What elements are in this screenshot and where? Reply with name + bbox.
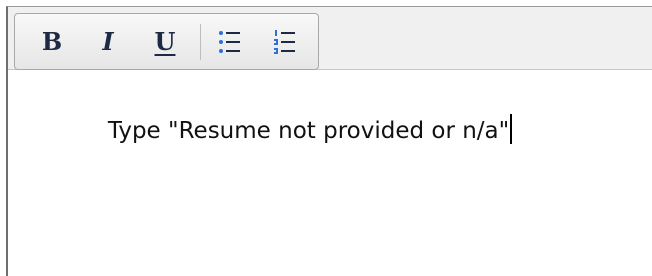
italic-button[interactable]: I [93,22,123,62]
numbered-list-button[interactable] [270,22,300,62]
underline-button[interactable]: U [150,22,180,62]
text-caret [510,114,513,144]
italic-label: I [102,27,114,56]
rich-text-editor: B I U Type "Resume not provided or n/a" [6,6,652,276]
bold-label: B [41,27,63,56]
bold-button[interactable]: B [37,22,67,62]
editor-content-area[interactable]: Type "Resume not provided or n/a" [8,70,652,276]
bulleted-list-button[interactable] [215,22,245,62]
editor-content-line: Type "Resume not provided or n/a" [64,88,513,170]
editor-text: Type "Resume not provided or n/a" [107,118,510,144]
underline-label: U [154,27,176,56]
formatting-toolbar: B I U [14,13,319,70]
toolbar-strip: B I U [8,7,652,70]
numbered-list-icon [274,30,295,54]
toolbar-divider [200,24,201,60]
bulleted-list-icon [219,31,240,53]
